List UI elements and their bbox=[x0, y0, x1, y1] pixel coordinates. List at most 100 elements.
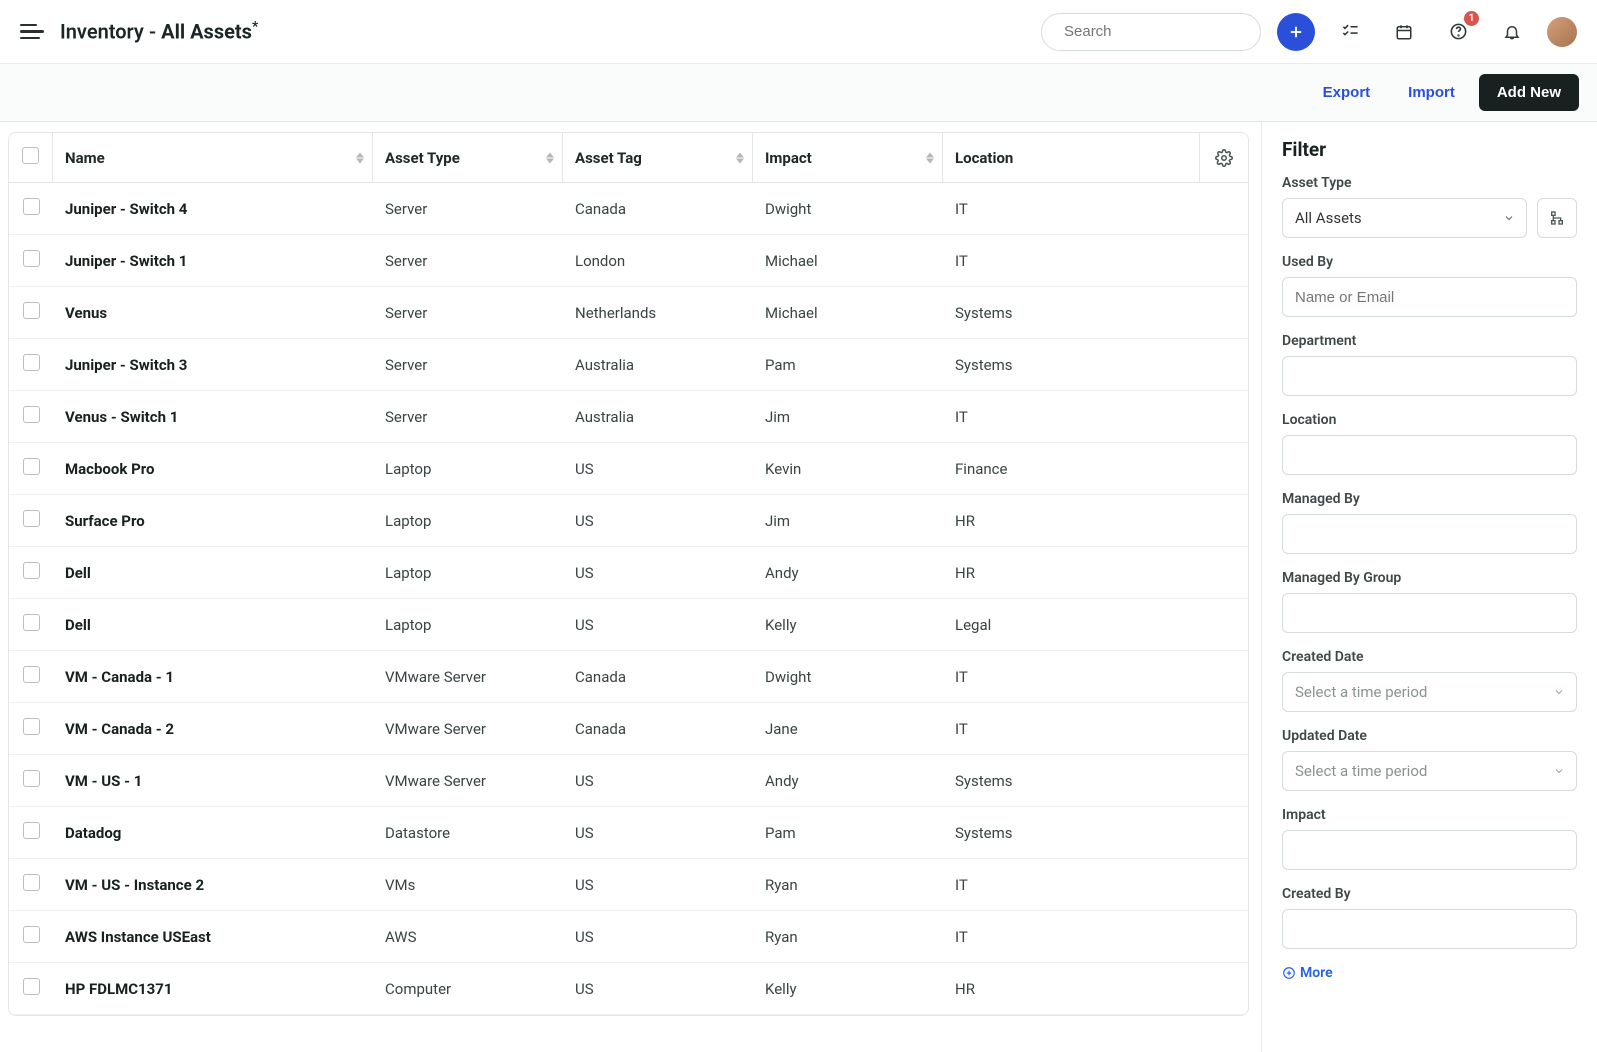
plus-icon bbox=[1287, 23, 1305, 41]
filter-updated-date-select[interactable]: Select a time period bbox=[1282, 751, 1577, 791]
cell-name: VM - US - 1 bbox=[53, 755, 373, 807]
table-row[interactable]: Juniper - Switch 1ServerLondonMichaelIT bbox=[9, 235, 1248, 287]
column-impact[interactable]: Impact bbox=[753, 133, 943, 183]
cell-asset-type: Computer bbox=[373, 963, 563, 1015]
row-checkbox[interactable] bbox=[23, 510, 40, 527]
import-button[interactable]: Import bbox=[1394, 76, 1469, 109]
help-icon bbox=[1449, 22, 1468, 41]
table-row[interactable]: Surface ProLaptopUSJimHR bbox=[9, 495, 1248, 547]
cell-impact: Kelly bbox=[753, 599, 943, 651]
table-row[interactable]: DatadogDatastoreUSPamSystems bbox=[9, 807, 1248, 859]
cell-name: Datadog bbox=[53, 807, 373, 859]
filter-created-by-label: Created By bbox=[1282, 886, 1577, 902]
search-input[interactable] bbox=[1064, 23, 1263, 40]
cell-impact: Pam bbox=[753, 807, 943, 859]
table-row[interactable]: Juniper - Switch 4ServerCanadaDwightIT bbox=[9, 183, 1248, 235]
cell-asset-type: Server bbox=[373, 235, 563, 287]
search-box[interactable] bbox=[1041, 13, 1261, 51]
row-checkbox[interactable] bbox=[23, 718, 40, 735]
row-checkbox[interactable] bbox=[23, 874, 40, 891]
filter-department-input[interactable] bbox=[1282, 356, 1577, 396]
table-row[interactable]: VM - US - 1VMware ServerUSAndySystems bbox=[9, 755, 1248, 807]
cell-asset-type: Laptop bbox=[373, 547, 563, 599]
table-row[interactable]: AWS Instance USEastAWSUSRyanIT bbox=[9, 911, 1248, 963]
cell-name: HP FDLMC1371 bbox=[53, 963, 373, 1015]
cell-location: Systems bbox=[943, 287, 1248, 339]
table-row[interactable]: DellLaptopUSKellyLegal bbox=[9, 599, 1248, 651]
cell-name: Juniper - Switch 3 bbox=[53, 339, 373, 391]
help-button[interactable]: 1 bbox=[1439, 13, 1477, 51]
add-new-button[interactable]: Add New bbox=[1479, 74, 1579, 111]
cell-impact: Andy bbox=[753, 547, 943, 599]
table-row[interactable]: VM - Canada - 2VMware ServerCanadaJaneIT bbox=[9, 703, 1248, 755]
cell-impact: Jim bbox=[753, 495, 943, 547]
filter-used-by-input[interactable] bbox=[1282, 277, 1577, 317]
cell-asset-tag: Australia bbox=[563, 391, 753, 443]
cell-asset-type: Server bbox=[373, 391, 563, 443]
calendar-button[interactable] bbox=[1385, 13, 1423, 51]
cell-asset-tag: US bbox=[563, 859, 753, 911]
column-name[interactable]: Name bbox=[53, 133, 373, 183]
add-button[interactable] bbox=[1277, 13, 1315, 51]
cell-asset-tag: Australia bbox=[563, 339, 753, 391]
filter-managed-by-input[interactable] bbox=[1282, 514, 1577, 554]
filter-title: Filter bbox=[1282, 138, 1577, 161]
cell-name: Venus - Switch 1 bbox=[53, 391, 373, 443]
row-checkbox[interactable] bbox=[23, 354, 40, 371]
column-asset-tag[interactable]: Asset Tag bbox=[563, 133, 753, 183]
avatar[interactable] bbox=[1547, 17, 1577, 47]
row-checkbox[interactable] bbox=[23, 666, 40, 683]
row-checkbox[interactable] bbox=[23, 302, 40, 319]
row-checkbox[interactable] bbox=[23, 926, 40, 943]
row-checkbox[interactable] bbox=[23, 614, 40, 631]
table-row[interactable]: HP FDLMC1371ComputerUSKellyHR bbox=[9, 963, 1248, 1015]
menu-icon[interactable] bbox=[20, 20, 44, 44]
column-location[interactable]: Location bbox=[943, 133, 1200, 183]
export-button[interactable]: Export bbox=[1309, 76, 1385, 109]
table-row[interactable]: VenusServerNetherlandsMichaelSystems bbox=[9, 287, 1248, 339]
row-checkbox[interactable] bbox=[23, 198, 40, 215]
cell-location: HR bbox=[943, 963, 1248, 1015]
row-checkbox[interactable] bbox=[23, 562, 40, 579]
table-row[interactable]: VM - Canada - 1VMware ServerCanadaDwight… bbox=[9, 651, 1248, 703]
cell-location: Systems bbox=[943, 755, 1248, 807]
table-row[interactable]: DellLaptopUSAndyHR bbox=[9, 547, 1248, 599]
filter-created-date-label: Created Date bbox=[1282, 649, 1577, 665]
filter-used-by-label: Used By bbox=[1282, 254, 1577, 270]
filter-hierarchy-button[interactable] bbox=[1537, 198, 1577, 238]
row-checkbox[interactable] bbox=[23, 458, 40, 475]
row-checkbox[interactable] bbox=[23, 406, 40, 423]
cell-impact: Pam bbox=[753, 339, 943, 391]
cell-asset-tag: Netherlands bbox=[563, 287, 753, 339]
filter-location-input[interactable] bbox=[1282, 435, 1577, 475]
table-container: Name Asset Type Asset Tag Impact Locatio… bbox=[0, 122, 1262, 1052]
select-all-checkbox[interactable] bbox=[22, 147, 39, 164]
filter-created-by-input[interactable] bbox=[1282, 909, 1577, 949]
table-row[interactable]: Juniper - Switch 3ServerAustraliaPamSyst… bbox=[9, 339, 1248, 391]
filter-asset-type-select[interactable]: All Assets bbox=[1282, 198, 1527, 238]
cell-location: Legal bbox=[943, 599, 1248, 651]
cell-name: Surface Pro bbox=[53, 495, 373, 547]
filter-updated-date-label: Updated Date bbox=[1282, 728, 1577, 744]
filter-managed-by-group-input[interactable] bbox=[1282, 593, 1577, 633]
filter-panel: Filter Asset Type All Assets Used By Dep… bbox=[1262, 122, 1597, 1052]
tasks-button[interactable] bbox=[1331, 13, 1369, 51]
row-checkbox[interactable] bbox=[23, 250, 40, 267]
table-row[interactable]: Venus - Switch 1ServerAustraliaJimIT bbox=[9, 391, 1248, 443]
table-row[interactable]: VM - US - Instance 2VMsUSRyanIT bbox=[9, 859, 1248, 911]
filter-more-link[interactable]: More bbox=[1282, 965, 1577, 981]
column-asset-type[interactable]: Asset Type bbox=[373, 133, 563, 183]
cell-location: IT bbox=[943, 651, 1248, 703]
filter-managed-by-label: Managed By bbox=[1282, 491, 1577, 507]
cell-asset-type: VMware Server bbox=[373, 755, 563, 807]
column-settings[interactable] bbox=[1200, 133, 1248, 183]
notifications-button[interactable] bbox=[1493, 13, 1531, 51]
row-checkbox[interactable] bbox=[23, 822, 40, 839]
filter-created-date-select[interactable]: Select a time period bbox=[1282, 672, 1577, 712]
cell-asset-tag: London bbox=[563, 235, 753, 287]
row-checkbox[interactable] bbox=[23, 770, 40, 787]
row-checkbox[interactable] bbox=[23, 978, 40, 995]
cell-asset-type: AWS bbox=[373, 911, 563, 963]
table-row[interactable]: Macbook ProLaptopUSKevinFinance bbox=[9, 443, 1248, 495]
filter-impact-input[interactable] bbox=[1282, 830, 1577, 870]
